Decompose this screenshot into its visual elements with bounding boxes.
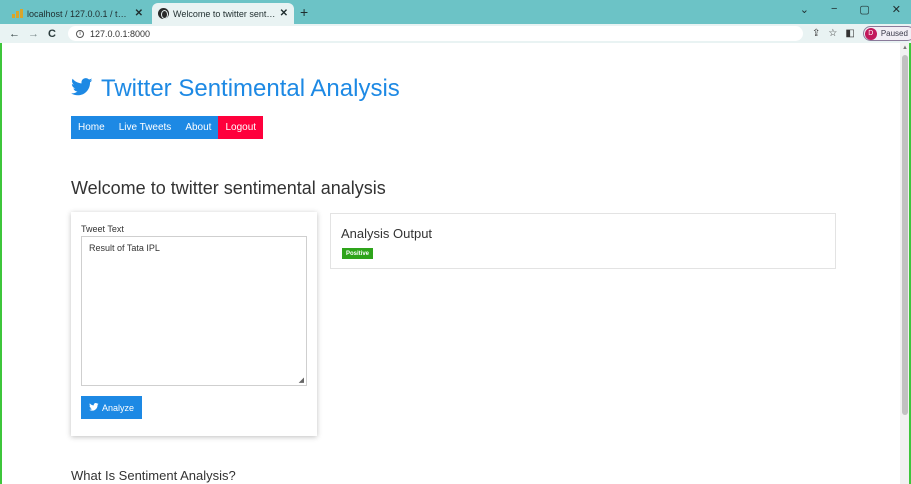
globe-favicon-icon — [158, 8, 169, 19]
tweet-text-value: Result of Tata IPL — [89, 243, 160, 253]
back-button[interactable]: ← — [9, 28, 20, 40]
tab-title: localhost / 127.0.0.1 / twitter / p — [27, 8, 131, 19]
tweet-text-input[interactable]: Result of Tata IPL ◢ — [81, 236, 307, 386]
tab-phpmyadmin[interactable]: localhost / 127.0.0.1 / twitter / p ✕ — [6, 3, 149, 24]
address-bar[interactable]: i 127.0.0.1:8000 — [68, 26, 803, 41]
tab-search-icon[interactable]: ⌄ — [800, 3, 809, 16]
tab-strip: localhost / 127.0.0.1 / twitter / p ✕ We… — [0, 0, 911, 24]
scroll-up-icon[interactable]: ▲ — [902, 45, 908, 51]
tab-close-icon[interactable]: ✕ — [280, 8, 288, 19]
window-controls: ⌄ − ▢ ✕ — [800, 3, 901, 16]
site-title-text: Twitter Sentimental Analysis — [101, 75, 400, 102]
page-scrollbar[interactable]: ▲ — [900, 43, 909, 484]
sentiment-badge: Positive — [342, 248, 374, 259]
tweet-text-label: Tweet Text — [81, 224, 124, 234]
site-title[interactable]: Twitter Sentimental Analysis — [71, 75, 400, 103]
main-navbar: Home Live Tweets About Logout — [71, 116, 264, 139]
bookmark-star-icon[interactable]: ☆ — [828, 28, 837, 39]
maximize-button[interactable]: ▢ — [859, 3, 869, 16]
analysis-output-card: Analysis Output Positive — [330, 213, 836, 269]
forward-button[interactable]: → — [28, 28, 39, 40]
url-text: 127.0.0.1:8000 — [90, 28, 151, 39]
analyze-button-label: Analyze — [102, 402, 135, 413]
nav-live-tweets[interactable]: Live Tweets — [111, 116, 179, 139]
share-icon[interactable]: ⇪ — [812, 28, 820, 39]
profile-button[interactable]: D Paused — [862, 26, 911, 41]
analysis-output-title: Analysis Output — [341, 226, 433, 241]
tab-sentimental-analysis[interactable]: Welcome to twitter sentimental ✕ — [152, 3, 294, 24]
toolbar-icons: ⇪ ☆ ◧ D Paused ⋮ — [812, 26, 911, 41]
site-info-icon[interactable]: i — [76, 29, 84, 38]
page-viewport: Twitter Sentimental Analysis Home Live T… — [2, 43, 900, 484]
page-heading: Welcome to twitter sentimental analysis — [71, 178, 386, 198]
twitter-bird-icon — [89, 402, 99, 413]
tab-close-icon[interactable]: ✕ — [135, 8, 143, 19]
nav-home[interactable]: Home — [71, 116, 112, 139]
minimize-button[interactable]: − — [831, 3, 837, 16]
nav-about[interactable]: About — [178, 116, 219, 139]
reload-button[interactable]: C — [47, 28, 57, 40]
resize-handle-icon[interactable]: ◢ — [299, 376, 304, 384]
analyze-button[interactable]: Analyze — [81, 396, 143, 419]
tweet-form-card: Tweet Text Result of Tata IPL ◢ Analyze — [71, 212, 317, 436]
twitter-bird-icon — [71, 75, 93, 103]
scrollbar-thumb[interactable] — [902, 55, 908, 415]
tab-title: Welcome to twitter sentimental — [173, 8, 276, 19]
nav-logout[interactable]: Logout — [218, 116, 264, 139]
avatar: D — [864, 27, 877, 40]
side-panel-icon[interactable]: ◧ — [845, 28, 854, 39]
new-tab-button[interactable]: + — [300, 4, 308, 20]
close-window-button[interactable]: ✕ — [892, 3, 901, 16]
section-heading: What Is Sentiment Analysis? — [71, 468, 236, 483]
profile-status: Paused — [880, 29, 908, 38]
phpmyadmin-favicon-icon — [12, 9, 23, 18]
